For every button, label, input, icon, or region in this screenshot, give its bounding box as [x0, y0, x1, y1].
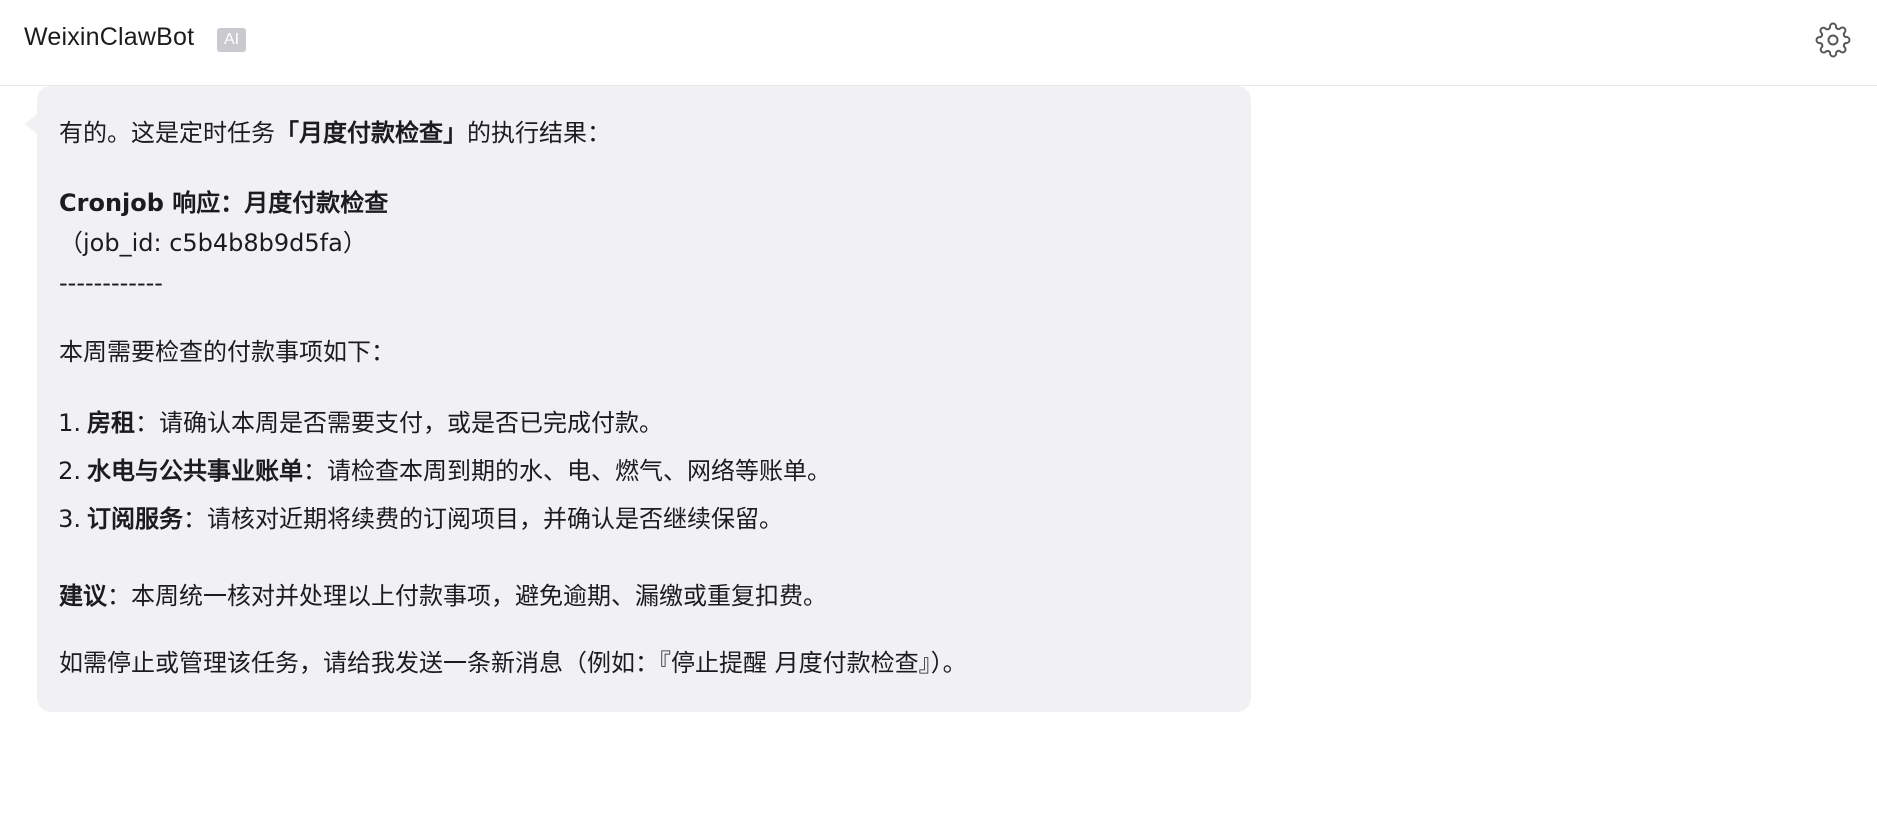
intro-line: 有的。这是定时任务「月度付款检查」的执行结果： — [59, 113, 611, 153]
intro-suffix: 的执行结果： — [467, 119, 611, 147]
ai-badge: AI — [217, 28, 247, 52]
list-item-title: 订阅服务 — [87, 505, 183, 533]
divider-text: ------------ — [59, 269, 163, 297]
advice-sep: ： — [107, 582, 131, 610]
intro-text: 有的。这是定时任务 — [59, 119, 275, 147]
list-item-text: 请确认本周是否需要支付，或是否已完成付款。 — [159, 409, 663, 437]
footer-instruction: 如需停止或管理该任务，请给我发送一条新消息（例如：『停止提醒 月度付款检查』）。 — [59, 649, 967, 677]
advice-text: 本周统一核对并处理以上付款事项，避免逾期、漏缴或重复扣费。 — [131, 582, 827, 610]
list-number: 1. — [58, 409, 81, 437]
advice-label: 建议 — [59, 582, 107, 610]
list-item-text: 请核对近期将续费的订阅项目，并确认是否继续保留。 — [207, 505, 783, 533]
advice-line: 建议：本周统一核对并处理以上付款事项，避免逾期、漏缴或重复扣费。 — [59, 576, 827, 616]
app-title: WeixinClawBot — [24, 23, 195, 51]
cron-response-title: Cronjob 响应：月度付款检查 — [59, 183, 388, 223]
list-item-sep: ： — [135, 409, 159, 437]
cron-response-text: Cronjob 响应：月度付款检查 — [59, 189, 389, 217]
bot-message-bubble: 有的。这是定时任务「月度付款检查」的执行结果： Cronjob 响应：月度付款检… — [37, 86, 1251, 712]
list-item-text: 请检查本周到期的水、电、燃气、网络等账单。 — [327, 457, 831, 485]
settings-button[interactable] — [1815, 22, 1851, 58]
list-item: 1. 房租：请确认本周是否需要支付，或是否已完成付款。 — [51, 403, 663, 443]
list-item-title: 房租 — [87, 409, 135, 437]
list-item-sep: ： — [183, 505, 207, 533]
list-item: 3. 订阅服务：请核对近期将续费的订阅项目，并确认是否继续保留。 — [51, 499, 783, 539]
list-item: 2. 水电与公共事业账单：请检查本周到期的水、电、燃气、网络等账单。 — [51, 451, 831, 491]
list-item-sep: ： — [303, 457, 327, 485]
gear-icon — [1815, 22, 1851, 58]
app-header: WeixinClawBot AI — [0, 0, 1877, 86]
list-number: 2. — [58, 457, 81, 485]
list-heading: 本周需要检查的付款事项如下： — [59, 338, 395, 366]
list-number: 3. — [58, 505, 81, 533]
list-item-title: 水电与公共事业账单 — [87, 457, 303, 485]
job-id-line: （job_id: c5b4b8b9d5fa） — [59, 229, 367, 257]
task-name: 「月度付款检查」 — [275, 119, 467, 147]
